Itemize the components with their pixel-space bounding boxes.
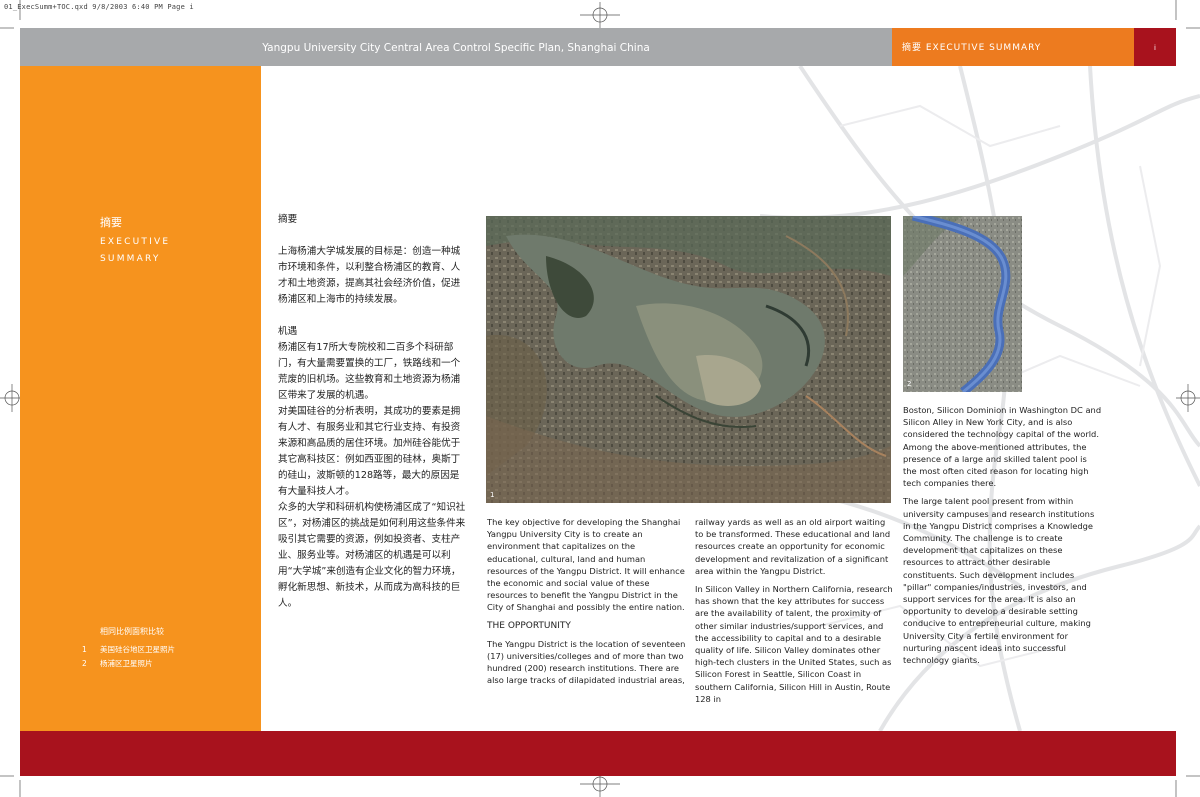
chinese-opportunity-heading: 机遇	[278, 326, 298, 337]
sidebar-title-line-1: EXECUTIVE	[100, 237, 171, 247]
english-paragraph: railway yards as well as an old airport …	[695, 517, 891, 576]
sidebar-title-chinese: 摘要	[100, 216, 122, 229]
english-heading: THE OPPORTUNITY	[487, 620, 571, 631]
english-paragraph: In Silicon Valley in Northern California…	[695, 584, 893, 704]
chinese-heading: 摘要	[278, 214, 298, 225]
english-column-2: railway yards as well as an old airport …	[695, 516, 895, 711]
photo-label: 1	[490, 491, 495, 499]
english-paragraph: The Yangpu District is the location of s…	[487, 638, 686, 686]
caption-text: 杨浦区卫星照片	[100, 659, 153, 668]
satellite-photo-silicon-valley: 1	[486, 216, 891, 503]
caption-number: 2	[82, 659, 87, 668]
page-number: i	[1154, 44, 1156, 52]
document-title: Yangpu University City Central Area Cont…	[262, 42, 650, 54]
english-paragraph: Boston, Silicon Dominion in Washington D…	[903, 405, 1102, 489]
english-paragraph: The large talent pool present from withi…	[903, 496, 1095, 666]
chinese-paragraph: 对美国硅谷的分析表明，其成功的要素是拥有人才、有服务业和其它行业支持、有投资来源…	[278, 406, 461, 497]
footer-band	[20, 731, 1176, 776]
chinese-paragraph: 杨浦区有17所大专院校和二百多个科研部门，有大量需要置换的工厂，铁路线和一个荒废…	[278, 342, 461, 401]
english-column-1: The key objective for developing the Sha…	[487, 516, 687, 693]
chinese-paragraph: 众多的大学和科研机构使杨浦区成了“知识社区”，对杨浦区的挑战是如何利用这些条件来…	[278, 502, 466, 609]
english-paragraph: The key objective for developing the Sha…	[487, 517, 685, 613]
chinese-intro: 上海杨浦大学城发展的目标是：创造一种城市环境和条件，以利整合杨浦区的教育、人才和…	[278, 246, 461, 305]
section-title: 摘要 EXECUTIVE SUMMARY	[902, 43, 1042, 53]
caption-number: 1	[82, 645, 87, 654]
satellite-photo-yangpu: 2	[903, 216, 1022, 392]
photo-label: 2	[907, 380, 912, 388]
sidebar-title-line-2: SUMMARY	[100, 254, 161, 264]
captions-title: 相同比例面积比较	[100, 627, 164, 636]
english-column-3: Boston, Silicon Dominion in Washington D…	[903, 404, 1103, 672]
caption-text: 美国硅谷地区卫星照片	[100, 645, 175, 654]
caption-2: 2 杨浦区卫星照片	[82, 658, 153, 669]
chinese-summary: 摘要 上海杨浦大学城发展的目标是：创造一种城市环境和条件，以利整合杨浦区的教育、…	[278, 212, 468, 612]
caption-1: 1 美国硅谷地区卫星照片	[82, 644, 175, 655]
print-slug: 01_ExecSumm+TOC.qxd 9/8/2003 6:40 PM Pag…	[4, 3, 194, 11]
sidebar-title-english: EXECUTIVE SUMMARY	[100, 234, 240, 268]
